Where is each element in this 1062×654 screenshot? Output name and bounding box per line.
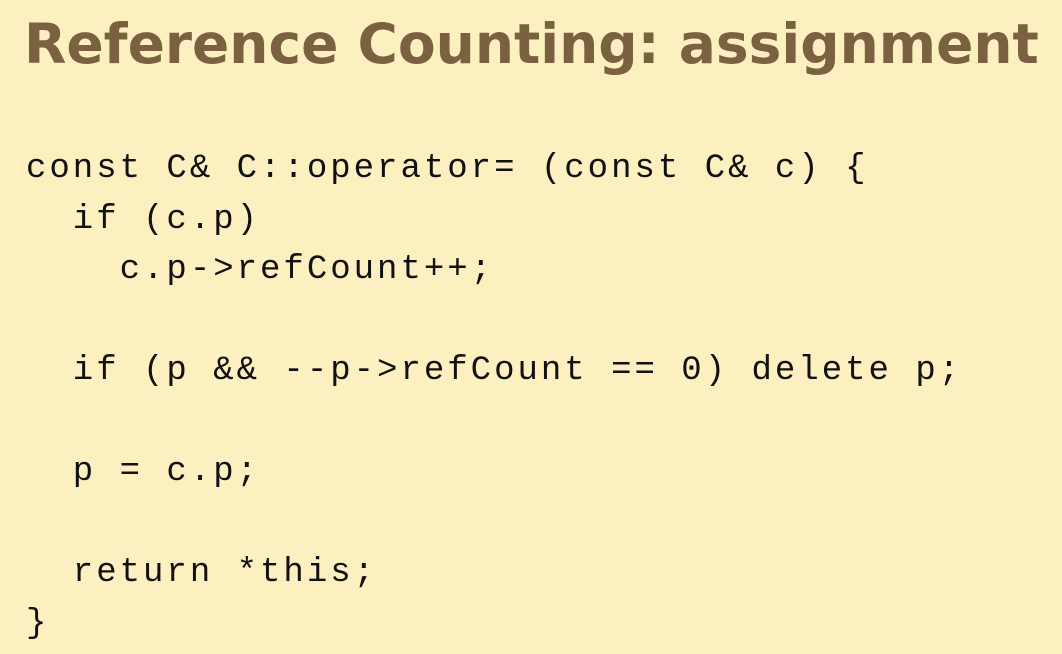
- code-line: p = c.p;: [26, 453, 261, 491]
- code-block: const C& C::operator= (const C& c) { if …: [26, 144, 962, 649]
- code-line: }: [26, 604, 50, 643]
- code-line: if (c.p): [26, 200, 261, 239]
- code-line: const C& C::operator= (const C& c) {: [26, 150, 869, 188]
- slide: Reference Counting: assignment const C& …: [0, 0, 1062, 654]
- slide-title: Reference Counting: assignment: [24, 12, 1039, 76]
- code-line: if (p && --p->refCount == 0) delete p;: [26, 352, 963, 390]
- code-line: return *this;: [26, 554, 378, 592]
- code-line: c.p->refCount++;: [26, 251, 495, 289]
